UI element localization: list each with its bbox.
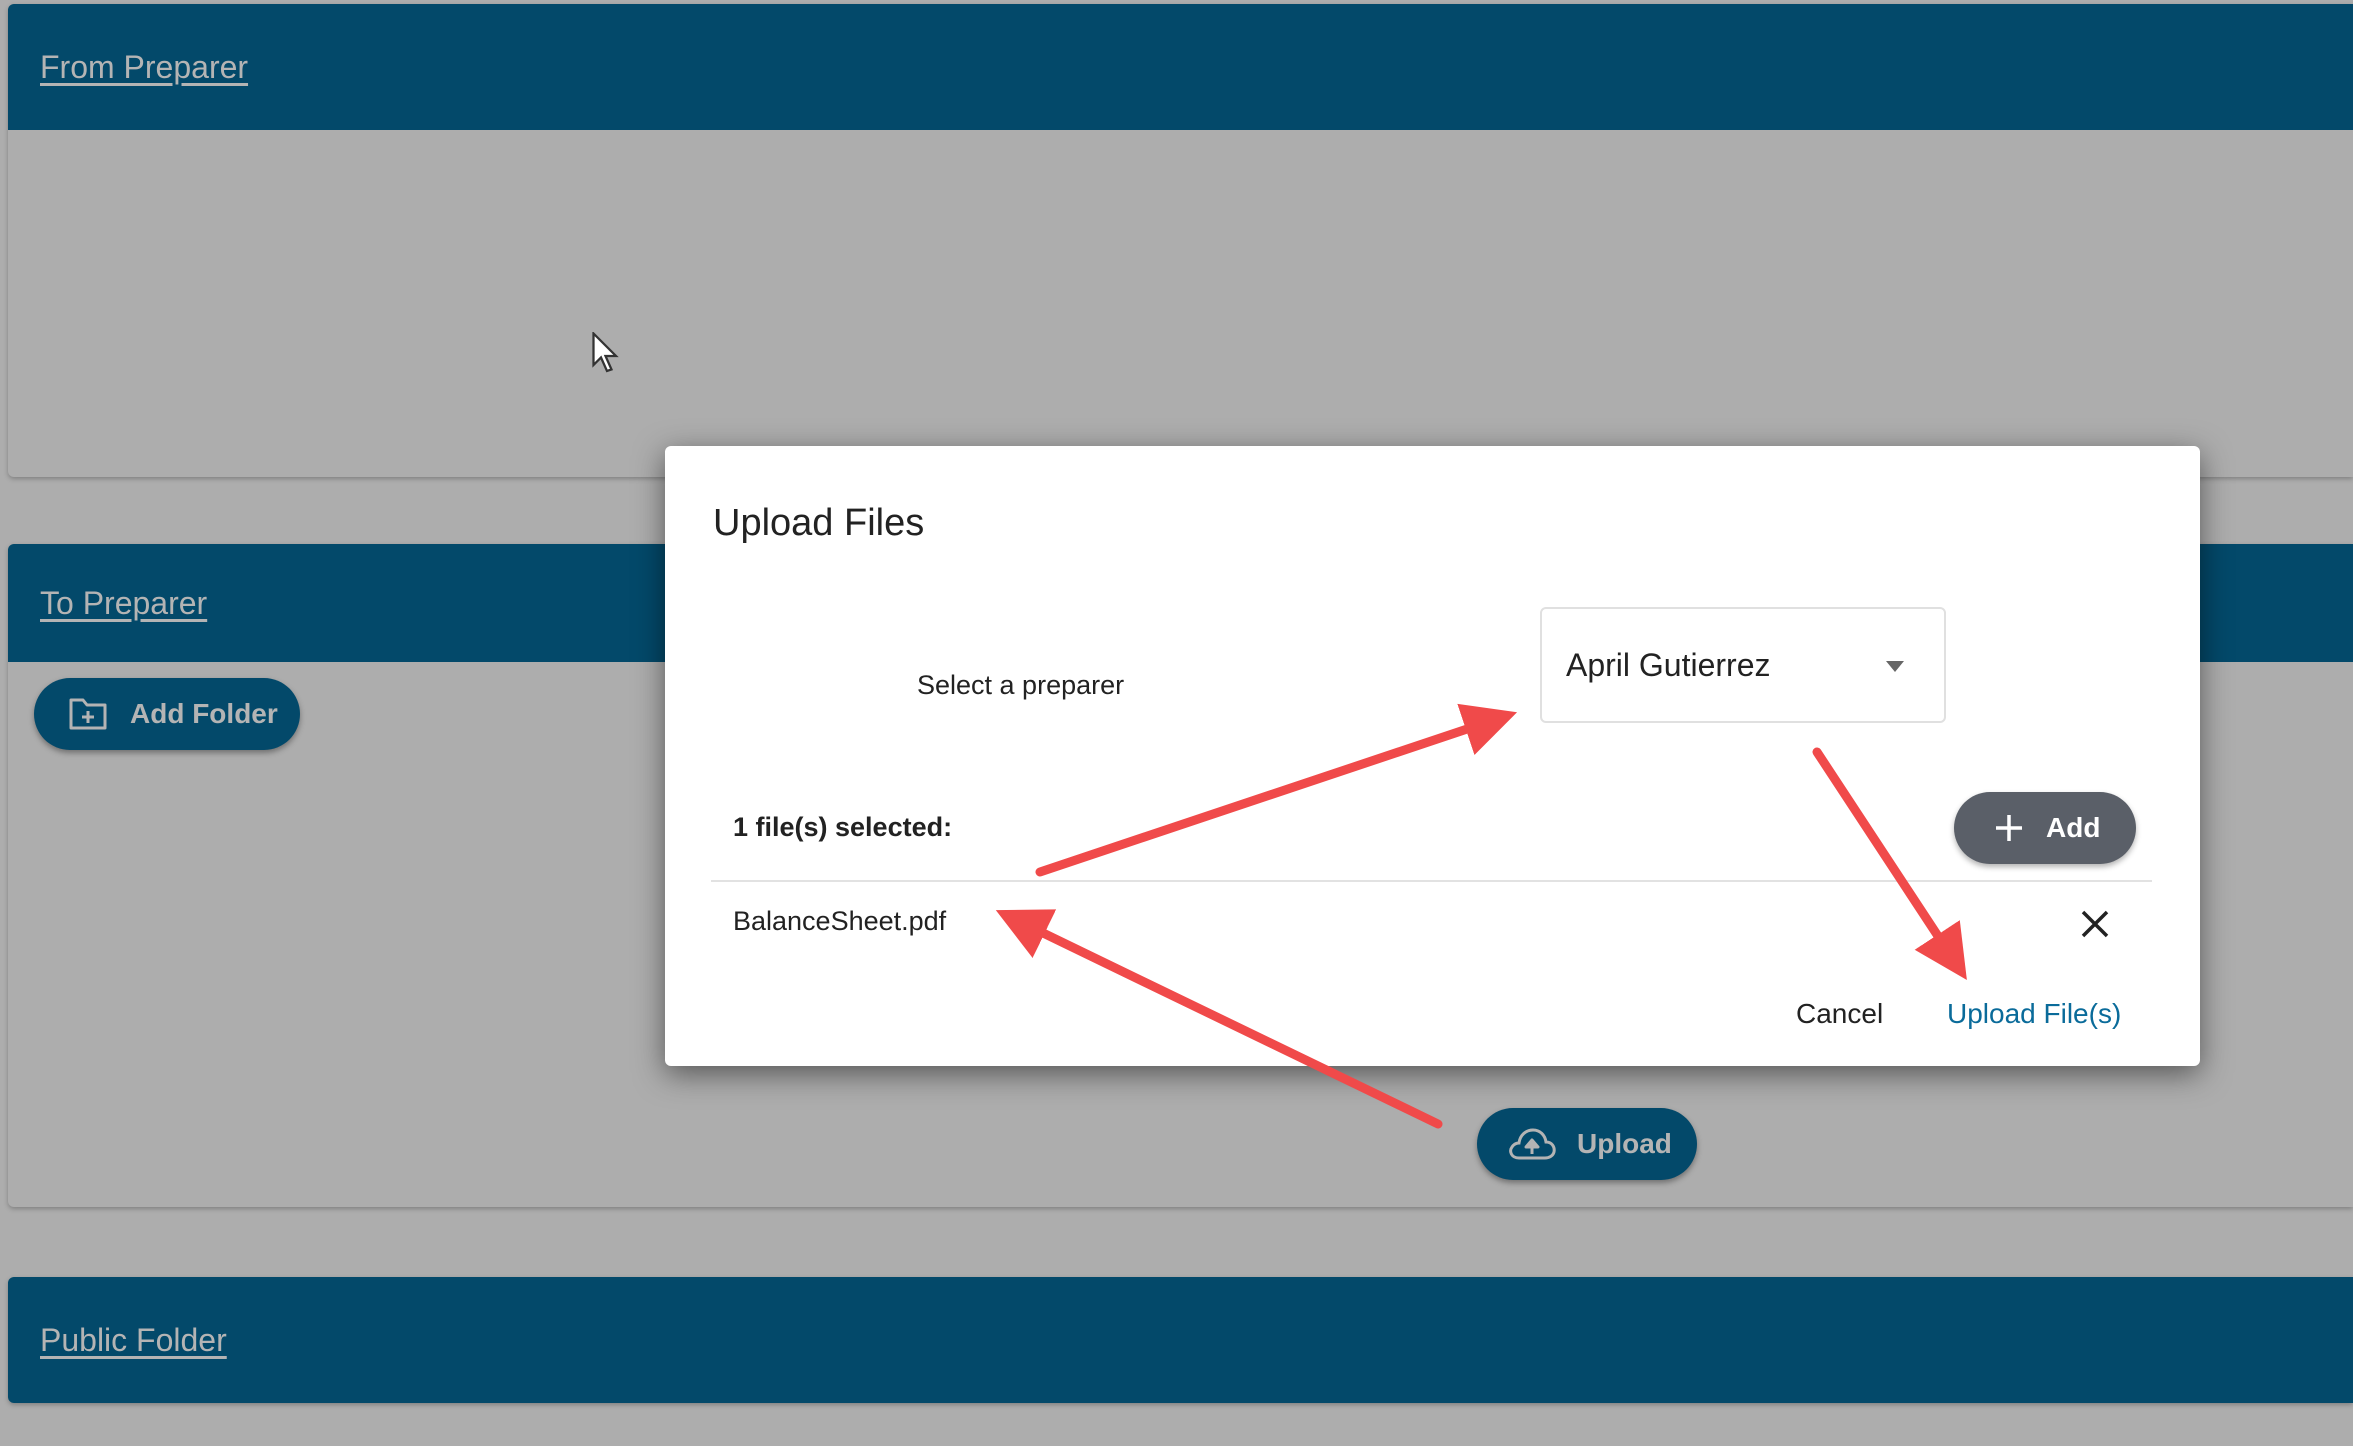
cancel-button[interactable]: Cancel: [1796, 998, 1883, 1030]
from-preparer-section: From Preparer: [8, 4, 2353, 477]
from-preparer-link[interactable]: From Preparer: [40, 49, 248, 86]
from-preparer-header: From Preparer: [8, 4, 2353, 130]
preparer-select[interactable]: April Gutierrez: [1540, 607, 1946, 723]
divider: [711, 880, 2152, 882]
folder-plus-icon: [69, 698, 107, 730]
add-file-button[interactable]: Add: [1954, 792, 2136, 864]
upload-label: Upload: [1577, 1128, 1672, 1159]
dialog-title: Upload Files: [713, 502, 925, 544]
upload-files-button[interactable]: Upload File(s): [1947, 998, 2121, 1030]
public-folder-link[interactable]: Public Folder: [40, 1322, 227, 1359]
plus-icon: [1996, 815, 2022, 841]
remove-file-close-icon[interactable]: [2075, 904, 2115, 944]
preparer-selected-value: April Gutierrez: [1566, 646, 1771, 683]
public-folder-header: Public Folder: [8, 1277, 2353, 1403]
upload-files-dialog: Upload Files Select a preparer April Gut…: [665, 446, 2200, 1066]
files-selected-label: 1 file(s) selected:: [733, 812, 953, 842]
dropdown-arrow-icon: [1886, 661, 1904, 672]
upload-button[interactable]: Upload: [1477, 1108, 1697, 1180]
preparer-label: Select a preparer: [917, 670, 1125, 700]
add-folder-button[interactable]: Add Folder: [34, 678, 300, 750]
file-list-item: BalanceSheet.pdf: [733, 906, 947, 936]
to-preparer-link[interactable]: To Preparer: [40, 585, 207, 622]
add-folder-label: Add Folder: [130, 698, 278, 729]
add-file-label: Add: [2046, 812, 2101, 843]
mouse-cursor-icon: [592, 332, 619, 373]
cloud-upload-icon: [1509, 1128, 1556, 1160]
public-folder-section: Public Folder: [8, 1277, 2353, 1403]
